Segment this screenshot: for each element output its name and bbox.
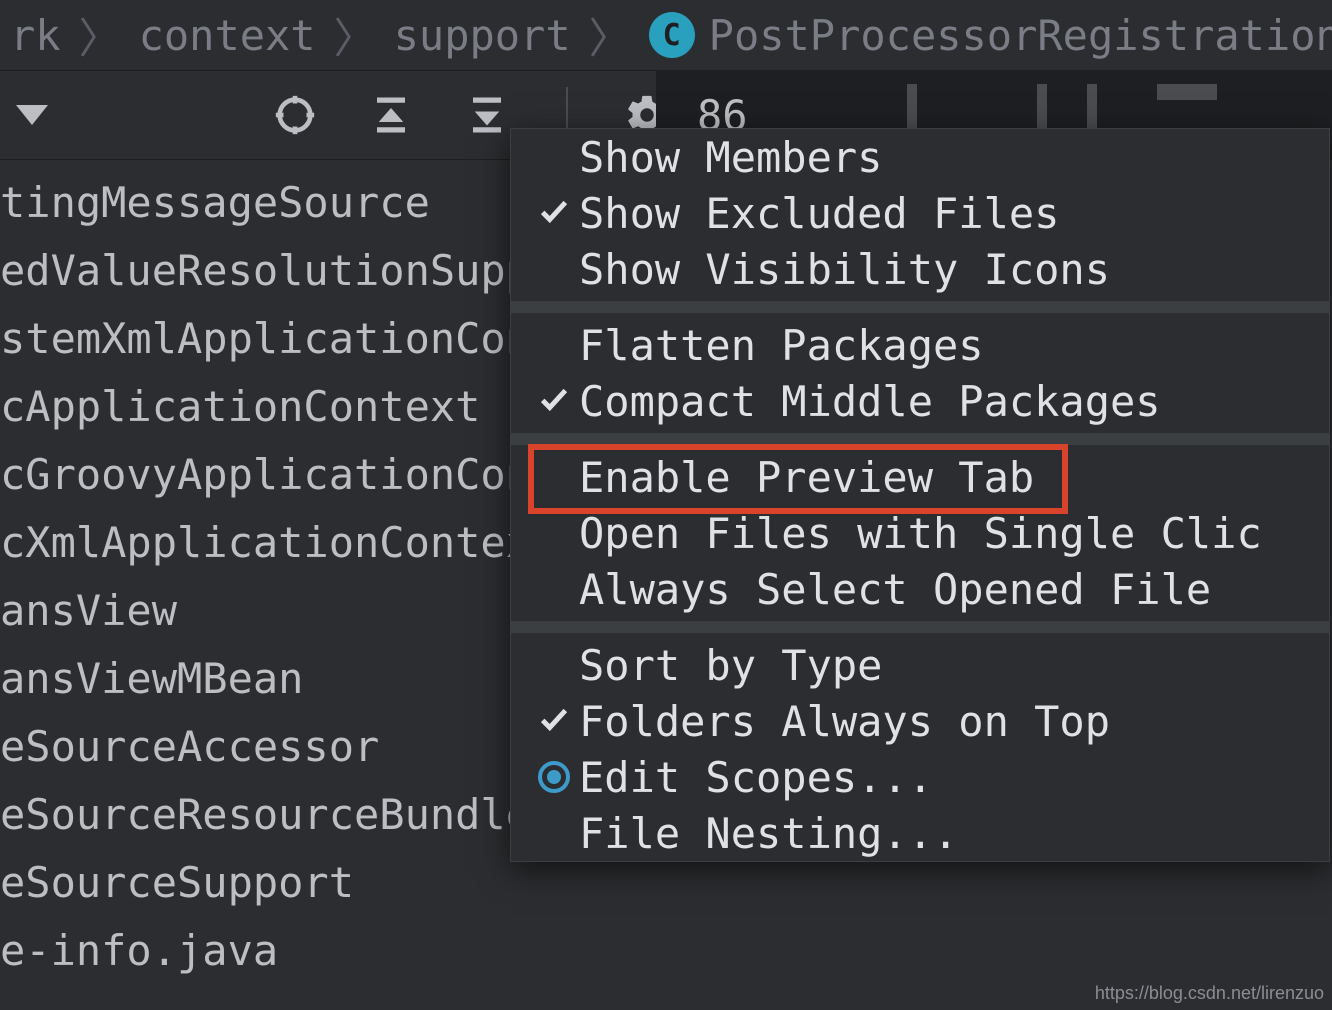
menu-item-label: File Nesting...	[579, 809, 958, 858]
check-icon	[529, 189, 579, 238]
chevron-right-icon: 〉	[334, 5, 376, 66]
menu-item[interactable]: Edit Scopes...	[511, 749, 1329, 805]
menu-item[interactable]: Show Excluded Files	[511, 185, 1329, 241]
class-icon: C	[649, 12, 695, 58]
menu-item[interactable]: Show Members	[511, 129, 1329, 185]
menu-item[interactable]: File Nesting...	[511, 805, 1329, 861]
menu-item-label: Always Select Opened File	[579, 565, 1211, 614]
options-popup: Show Members Show Excluded Files Show Visi…	[510, 128, 1330, 862]
check-icon	[529, 697, 579, 746]
menu-separator	[511, 621, 1329, 633]
menu-item-label: Show Members	[579, 133, 882, 182]
menu-item-label: Folders Always on Top	[579, 697, 1110, 746]
menu-separator	[511, 433, 1329, 445]
menu-separator	[511, 301, 1329, 313]
menu-item[interactable]: Flatten Packages	[511, 317, 1329, 373]
menu-item[interactable]: Open Files with Single Clic	[511, 505, 1329, 561]
chevron-right-icon: 〉	[589, 5, 631, 66]
menu-item[interactable]: Folders Always on Top	[511, 693, 1329, 749]
menu-item-label: Flatten Packages	[579, 321, 984, 370]
menu-item-label: Compact Middle Packages	[579, 377, 1161, 426]
check-icon	[529, 377, 579, 426]
chevron-right-icon: 〉	[79, 5, 121, 66]
menu-item[interactable]: Compact Middle Packages	[511, 373, 1329, 429]
structure-mark	[1157, 84, 1217, 100]
menu-item-label: Open Files with Single Clic	[579, 509, 1262, 558]
breadcrumb: rk 〉 context 〉 support 〉 C PostProcessor…	[0, 0, 1332, 70]
menu-item[interactable]: Show Visibility Icons	[511, 241, 1329, 297]
tree-item[interactable]: e-info.java	[0, 916, 1332, 984]
menu-item[interactable]: Sort by Type	[511, 637, 1329, 693]
menu-item-label: Sort by Type	[579, 641, 882, 690]
collapse-all-icon[interactable]	[462, 90, 512, 140]
breadcrumb-item[interactable]: PostProcessorRegistrationDele	[709, 11, 1332, 60]
menu-item-label: Edit Scopes...	[579, 753, 933, 802]
menu-item[interactable]: Always Select Opened File	[511, 561, 1329, 617]
menu-item[interactable]: Enable Preview Tab	[511, 449, 1329, 505]
expand-all-icon[interactable]	[366, 90, 416, 140]
breadcrumb-item[interactable]: rk	[10, 11, 61, 60]
dropdown-arrow-icon[interactable]	[16, 105, 48, 125]
breadcrumb-item[interactable]: support	[394, 11, 571, 60]
radio-icon	[529, 761, 579, 793]
menu-item-label: Enable Preview Tab	[579, 453, 1034, 502]
menu-item-label: Show Visibility Icons	[579, 245, 1110, 294]
breadcrumb-item[interactable]: context	[139, 11, 316, 60]
select-opened-file-icon[interactable]	[270, 90, 320, 140]
watermark: https://blog.csdn.net/lirenzuo	[1095, 983, 1324, 1004]
menu-item-label: Show Excluded Files	[579, 189, 1059, 238]
